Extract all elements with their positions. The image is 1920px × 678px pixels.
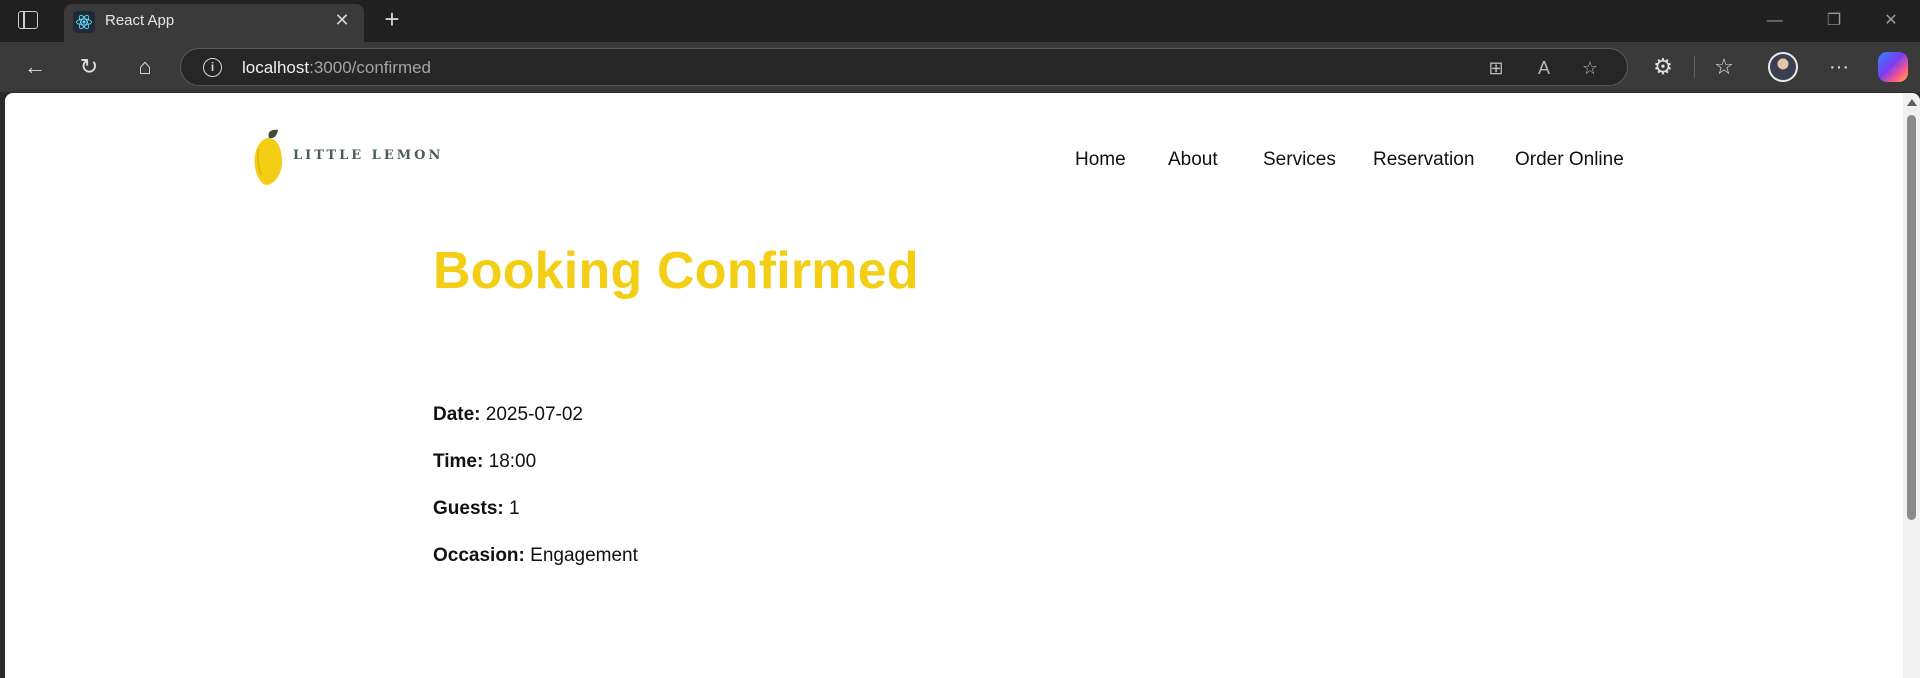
guests-value: 1 [509, 498, 520, 519]
scrollbar-thumb[interactable] [1907, 115, 1916, 520]
puzzle-icon[interactable]: ⚙ [1648, 52, 1678, 82]
close-icon[interactable]: ✕ [332, 10, 352, 30]
site-logo[interactable]: LITTLE LEMON [251, 129, 451, 185]
booking-time: Time: 18:00 [433, 451, 536, 473]
page-title: Booking Confirmed [433, 242, 919, 300]
guests-label: Guests: [433, 498, 504, 519]
more-icon[interactable]: ··· [1824, 52, 1854, 82]
nav-reservation-link[interactable]: Reservation [1373, 149, 1474, 171]
back-arrow-icon[interactable]: ← [20, 52, 50, 82]
browser-toolbar: ← ↻ ⌂ i localhost:3000/confirmed ⊞ A ☆ ⚙… [0, 42, 1920, 92]
star-icon[interactable]: ☆ [1577, 55, 1603, 81]
logo-text: LITTLE LEMON [293, 148, 444, 163]
occasion-value: Engagement [530, 545, 638, 566]
favorites-icon[interactable]: ☆ [1709, 52, 1739, 82]
new-tab-plus-icon[interactable]: + [380, 6, 404, 32]
booking-occasion: Occasion: Engagement [433, 545, 638, 567]
vertical-scrollbar[interactable] [1903, 93, 1920, 678]
booking-date: Date: 2025-07-02 [433, 404, 583, 426]
date-value: 2025-07-02 [485, 404, 583, 425]
lemon-icon [254, 129, 283, 185]
reload-icon[interactable]: ↻ [74, 52, 104, 82]
tab-title: React App [105, 12, 175, 29]
split-screen-icon[interactable]: ⊞ [1483, 55, 1509, 81]
nav-about-link[interactable]: About [1168, 149, 1218, 171]
window-close-icon[interactable]: ✕ [1876, 8, 1906, 34]
address-bar[interactable]: i localhost:3000/confirmed ⊞ A ☆ [180, 48, 1628, 86]
read-aloud-icon[interactable]: A [1531, 55, 1557, 81]
page-viewport: LITTLE LEMON Home About Services Reserva… [5, 93, 1920, 678]
sidebar-toggle-icon[interactable] [18, 11, 38, 29]
nav-order-online-link[interactable]: Order Online [1515, 149, 1624, 171]
scroll-up-arrow-icon[interactable] [1907, 99, 1917, 106]
url-text[interactable]: localhost:3000/confirmed [242, 58, 431, 78]
url-path: :3000/confirmed [309, 58, 432, 77]
browser-titlebar: React App ✕ + — ❐ ✕ [0, 0, 1920, 42]
restore-icon[interactable]: ❐ [1819, 8, 1849, 34]
home-icon[interactable]: ⌂ [130, 52, 160, 82]
occasion-label: Occasion: [433, 545, 525, 566]
time-label: Time: [433, 451, 484, 472]
avatar[interactable] [1768, 52, 1798, 82]
booking-guests: Guests: 1 [433, 498, 520, 520]
date-label: Date: [433, 404, 481, 425]
toolbar-divider [1694, 56, 1695, 78]
react-icon [73, 11, 95, 33]
copilot-icon[interactable] [1878, 52, 1908, 82]
info-icon[interactable]: i [203, 58, 222, 77]
nav-home-link[interactable]: Home [1075, 149, 1126, 171]
browser-tab-active[interactable]: React App ✕ [64, 4, 364, 42]
nav-services-link[interactable]: Services [1263, 149, 1336, 171]
minimize-icon[interactable]: — [1760, 8, 1790, 34]
time-value: 18:00 [488, 451, 537, 472]
url-host: localhost [242, 58, 310, 77]
